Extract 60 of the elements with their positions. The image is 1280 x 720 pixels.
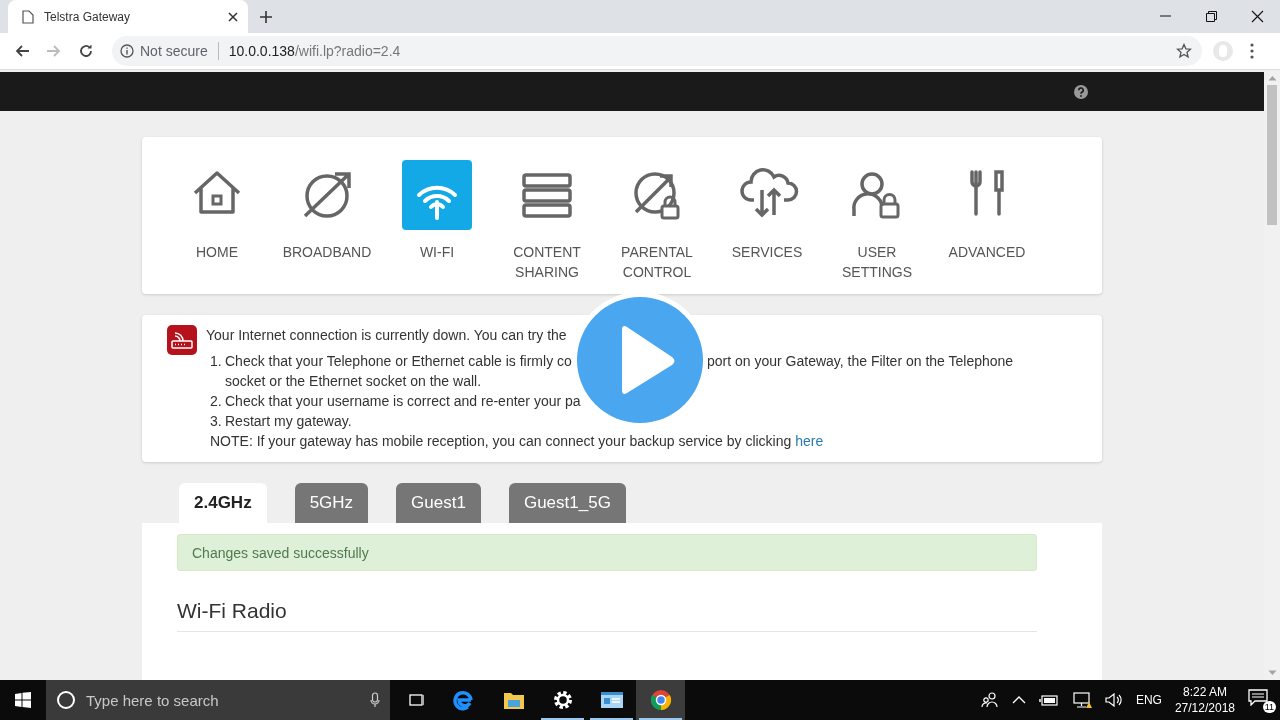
browser-tab[interactable]: Telstra Gateway — [8, 0, 248, 33]
scroll-thumb[interactable] — [1267, 85, 1277, 225]
step-text: Check that your Telephone or Ethernet cable is firmly co — [225, 353, 572, 369]
chevron-up-icon[interactable] — [1011, 696, 1026, 704]
nav-item[interactable]: PARENTAL CONTROL — [602, 160, 712, 294]
search-field[interactable]: Type here to search — [46, 680, 390, 720]
message-text: Your Internet connection is currently down. You can try the — [206, 326, 567, 345]
menu-icon[interactable] — [1250, 43, 1254, 59]
step-number: 1. — [210, 352, 223, 371]
clock-date[interactable]: 27/12/2018 — [1174, 700, 1235, 716]
security-label: Not secure — [140, 43, 208, 59]
network-icon[interactable] — [1071, 691, 1092, 709]
nav-item[interactable]: SERVICES — [712, 160, 822, 294]
browser-icon — [648, 688, 673, 712]
task-view-icon — [407, 692, 424, 708]
success-alert: Changes saved successfully — [177, 534, 1037, 571]
tab[interactable]: Guest1_5G — [508, 483, 626, 523]
step-number: 2. — [210, 392, 223, 411]
nav-item[interactable]: BROADBAND — [272, 160, 382, 294]
router-icon — [167, 325, 197, 355]
tab-title: Telstra Gateway — [44, 9, 132, 24]
address-bar[interactable]: Not secure 10.0.0.138/wifi.lp?radio=2.4 — [112, 36, 1202, 66]
tab[interactable]: 2.4GHz — [179, 483, 267, 523]
info-icon[interactable] — [120, 44, 134, 58]
step-text: port on your Gateway, the Filter on the Telephone — [707, 352, 1014, 371]
microphone-icon[interactable] — [370, 692, 380, 708]
help-icon[interactable] — [1074, 84, 1088, 99]
volume-icon[interactable] — [1104, 692, 1123, 708]
link[interactable]: here — [795, 433, 824, 449]
nav-item[interactable]: HOME — [162, 160, 272, 294]
page-icon — [22, 9, 34, 24]
nav-item[interactable]: USER SETTINGS — [822, 160, 932, 294]
tab[interactable]: 5GHz — [294, 483, 369, 523]
step-text: Check that your username is correct and re-enter your pa — [225, 392, 581, 411]
nav-item[interactable]: ADVANCED — [932, 160, 1042, 294]
people-icon[interactable] — [980, 691, 999, 709]
reload-icon — [78, 43, 94, 59]
clock-time[interactable]: 8:22 AM — [1182, 684, 1227, 700]
note-text: NOTE: If your gateway has mobile reception, you can connect your backup service by clicking here — [210, 432, 824, 451]
arrow-icon — [46, 43, 62, 59]
notification-count: 11 — [1262, 701, 1276, 713]
tab[interactable]: Guest1 — [396, 483, 481, 523]
step-text: socket or the Ethernet socket on the wall. — [225, 372, 482, 391]
windows-icon — [15, 692, 31, 708]
language-indicator[interactable]: ENG — [1135, 693, 1162, 707]
url-text: 10.0.0.138/wifi.lp?radio=2.4 — [228, 43, 401, 59]
nav-item[interactable]: WI-FI — [382, 160, 492, 294]
new-tab-icon[interactable] — [260, 10, 272, 23]
arrow-icon — [14, 43, 30, 59]
nav-item[interactable]: CONTENT SHARING — [492, 160, 602, 294]
message-icon — [1248, 688, 1268, 706]
step-number: 3. — [210, 412, 223, 431]
star-icon[interactable] — [1176, 43, 1192, 59]
close-icon[interactable] — [228, 11, 238, 22]
battery-icon[interactable] — [1038, 694, 1059, 706]
step-text: Restart my gateway. — [225, 412, 352, 431]
cortana-icon — [56, 690, 76, 710]
taskbar-app[interactable] — [636, 680, 685, 720]
search-input[interactable]: Type here to search — [84, 690, 362, 710]
section-heading: Wi-Fi Radio — [177, 599, 1037, 632]
